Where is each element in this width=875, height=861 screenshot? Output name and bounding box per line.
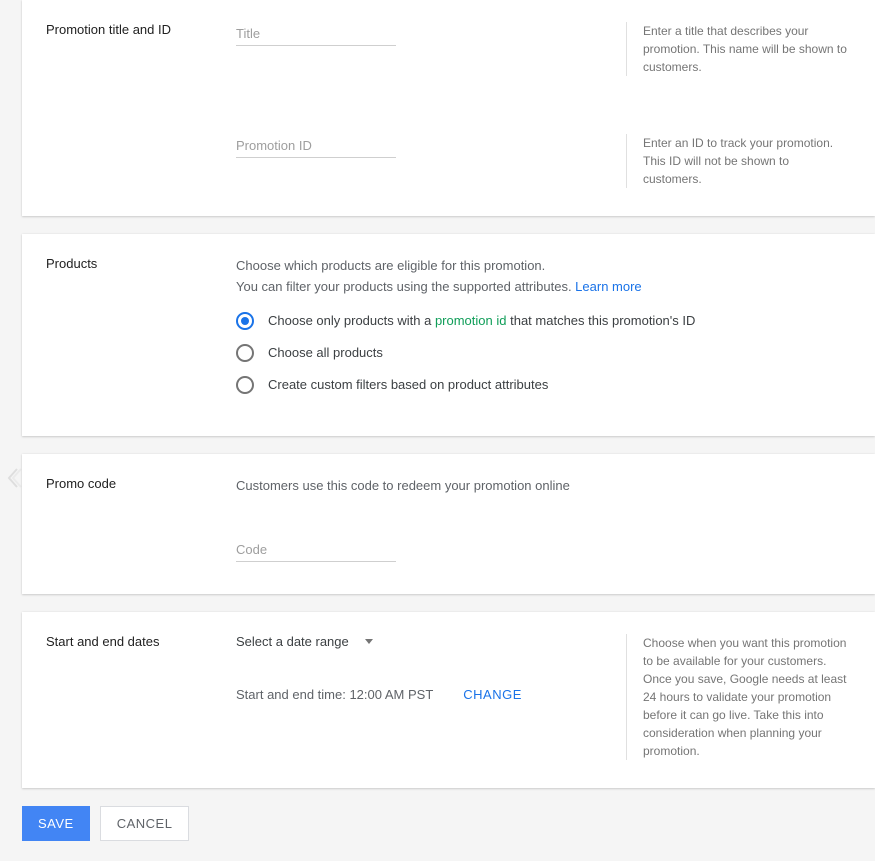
title-help-text: Enter a title that describes your promot… xyxy=(626,22,851,76)
promotion-id-input[interactable] xyxy=(236,134,396,158)
dates-section-label: Start and end dates xyxy=(46,634,236,649)
promotion-form-page: Promotion title and ID Enter a title tha… xyxy=(0,0,875,861)
dates-help-text: Choose when you want this promotion to b… xyxy=(626,634,851,760)
chevron-down-icon xyxy=(365,639,373,644)
products-desc-2: You can filter your products using the s… xyxy=(236,277,851,298)
learn-more-link[interactable]: Learn more xyxy=(575,279,641,294)
radio-option-all-products[interactable]: Choose all products xyxy=(236,344,851,362)
promotion-id-help-text: Enter an ID to track your promotion. Thi… xyxy=(626,134,851,188)
products-desc-1: Choose which products are eligible for t… xyxy=(236,256,851,277)
radio-option-promotion-id[interactable]: Choose only products with a promotion id… xyxy=(236,312,851,330)
chevron-left-icon xyxy=(4,466,22,490)
promo-code-section-label: Promo code xyxy=(46,476,236,491)
radio-label: Create custom filters based on product a… xyxy=(268,377,548,392)
promo-code-input[interactable] xyxy=(236,538,396,562)
products-card: Products Choose which products are eligi… xyxy=(22,234,875,436)
title-id-card: Promotion title and ID Enter a title tha… xyxy=(22,0,875,216)
products-radio-group: Choose only products with a promotion id… xyxy=(236,312,851,394)
radio-label: Choose only products with a promotion id… xyxy=(268,313,695,328)
dates-card: Start and end dates Select a date range … xyxy=(22,612,875,788)
products-section-label: Products xyxy=(46,256,236,271)
radio-icon xyxy=(236,312,254,330)
radio-icon xyxy=(236,376,254,394)
title-input[interactable] xyxy=(236,22,396,46)
title-id-section-label: Promotion title and ID xyxy=(46,22,236,37)
change-time-link[interactable]: CHANGE xyxy=(463,687,522,702)
date-range-select-label: Select a date range xyxy=(236,634,349,649)
radio-option-custom-filters[interactable]: Create custom filters based on product a… xyxy=(236,376,851,394)
promo-code-desc: Customers use this code to redeem your p… xyxy=(236,476,851,497)
radio-label: Choose all products xyxy=(268,345,383,360)
date-range-select[interactable]: Select a date range xyxy=(236,634,373,649)
radio-icon xyxy=(236,344,254,362)
start-end-time-label: Start and end time: 12:00 AM PST xyxy=(236,687,433,702)
promo-code-card: Promo code Customers use this code to re… xyxy=(22,454,875,595)
